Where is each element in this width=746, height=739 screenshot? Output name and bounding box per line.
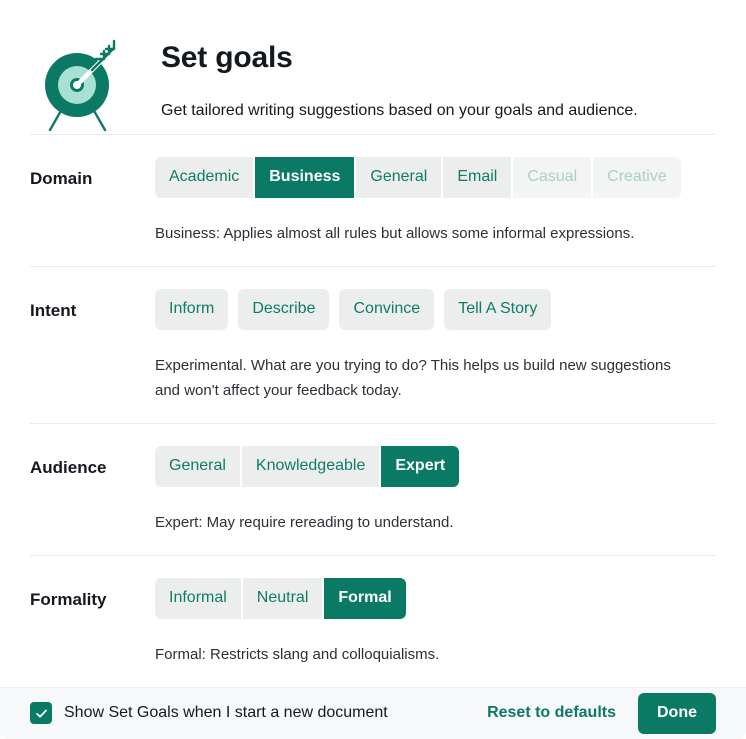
set-goals-dialog: Set goals Get tailored writing suggestio… bbox=[0, 0, 746, 739]
section-formality: Formality Informal Neutral Formal Formal: Re… bbox=[0, 556, 746, 687]
option-knowledgeable[interactable]: Knowledgeable bbox=[241, 445, 380, 487]
done-button[interactable]: Done bbox=[638, 692, 716, 734]
option-group: Inform Describe Convince Tell A Story bbox=[155, 288, 716, 330]
section-label: Domain bbox=[30, 168, 93, 188]
page-title: Set goals bbox=[161, 41, 293, 74]
option-general[interactable]: General bbox=[155, 445, 240, 487]
section-label: Formality bbox=[30, 589, 107, 609]
section-body: Informal Neutral Formal Formal: Restricts s… bbox=[155, 577, 716, 667]
section-description: Experimental. What are you trying to do?… bbox=[155, 356, 671, 399]
dialog-footer: Show Set Goals when I start a new docume… bbox=[0, 686, 746, 739]
option-expert[interactable]: Expert bbox=[381, 445, 460, 487]
section-body: General Knowledgeable Expert Expert: May re… bbox=[155, 445, 716, 535]
option-casual: Casual bbox=[513, 156, 592, 198]
show-on-new-document-checkbox[interactable] bbox=[30, 702, 52, 725]
option-formal[interactable]: Formal bbox=[324, 577, 406, 619]
option-group: General Knowledgeable Expert bbox=[155, 445, 716, 487]
target-with-arrow-icon bbox=[34, 34, 126, 134]
header-text-block: Set goals Get tailored writing suggestio… bbox=[161, 30, 638, 122]
option-neutral[interactable]: Neutral bbox=[242, 577, 323, 619]
page-subtitle: Get tailored writing suggestions based o… bbox=[161, 102, 638, 119]
section-description: Business: Applies almost all rules but a… bbox=[155, 224, 635, 242]
checkmark-icon bbox=[35, 709, 47, 718]
settings-sections: Domain Academic Business General Email Casual… bbox=[0, 135, 746, 687]
section-description: Formal: Restricts slang and colloquialis… bbox=[155, 645, 440, 663]
option-convince[interactable]: Convince bbox=[339, 288, 435, 330]
option-general[interactable]: General bbox=[356, 156, 442, 198]
section-audience: Audience General Knowledgeable Expert Expert… bbox=[0, 424, 746, 555]
section-description: Expert: May require rereading to underst… bbox=[155, 513, 454, 531]
section-label: Intent bbox=[30, 300, 77, 320]
option-business[interactable]: Business bbox=[255, 156, 355, 198]
option-creative: Creative bbox=[593, 156, 681, 198]
option-informal[interactable]: Informal bbox=[155, 577, 241, 619]
reset-to-defaults-button[interactable]: Reset to defaults bbox=[487, 704, 616, 722]
section-domain: Domain Academic Business General Email Casual… bbox=[0, 135, 746, 266]
footer-left-group: Show Set Goals when I start a new docume… bbox=[30, 702, 487, 725]
option-email[interactable]: Email bbox=[443, 156, 512, 198]
option-inform[interactable]: Inform bbox=[155, 288, 229, 330]
option-academic[interactable]: Academic bbox=[155, 156, 254, 198]
show-on-new-document-label[interactable]: Show Set Goals when I start a new docume… bbox=[64, 704, 388, 722]
option-tell-a-story[interactable]: Tell A Story bbox=[444, 288, 552, 330]
section-label: Audience bbox=[30, 457, 107, 477]
option-describe[interactable]: Describe bbox=[238, 288, 330, 330]
section-body: Academic Business General Email Casual Creati… bbox=[155, 156, 716, 246]
option-group: Academic Business General Email Casual Creati… bbox=[155, 156, 716, 198]
dialog-header: Set goals Get tailored writing suggestio… bbox=[0, 0, 746, 134]
section-intent: Intent Inform Describe Convince Tell A Story… bbox=[0, 267, 746, 423]
option-group: Informal Neutral Formal bbox=[155, 577, 716, 619]
section-body: Inform Describe Convince Tell A Story Experi… bbox=[155, 288, 716, 403]
